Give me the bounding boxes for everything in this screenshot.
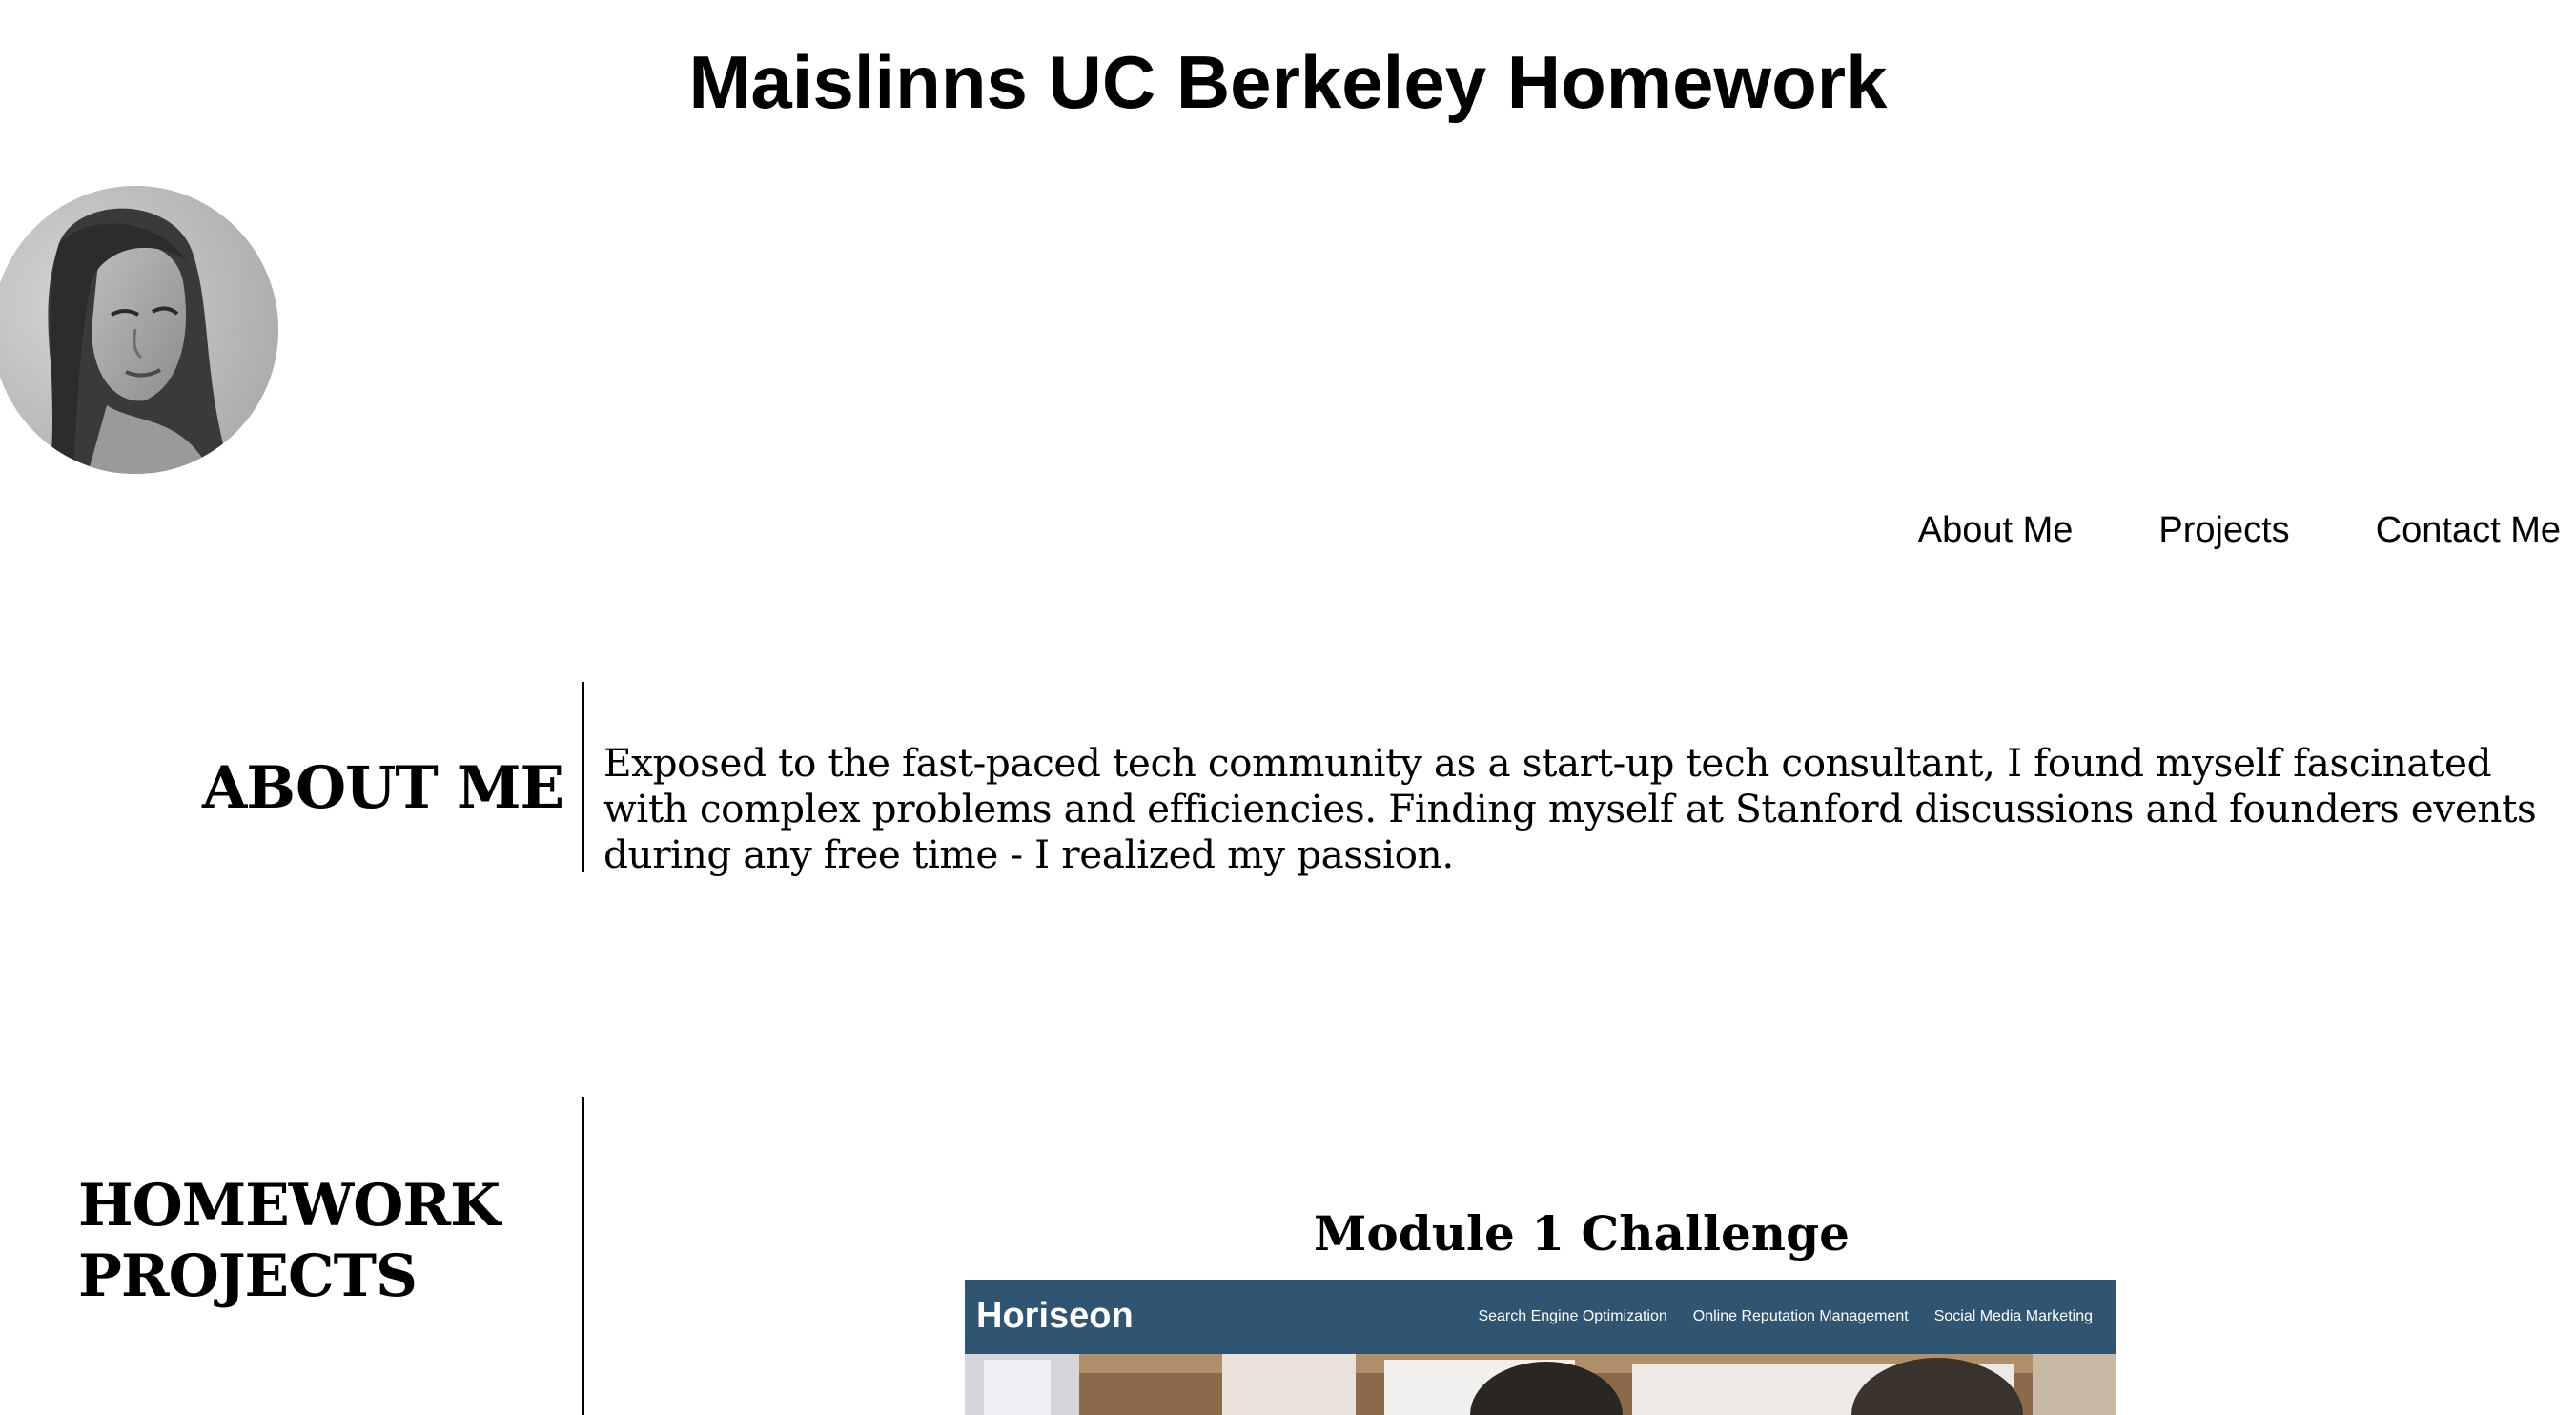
preview-header: Horiseon Search Engine Optimization Onli…: [965, 1280, 2116, 1354]
preview-hero-image: [965, 1354, 2116, 1415]
preview-nav-item: Search Engine Optimization: [1478, 1308, 1667, 1324]
project-title: Module 1 Challenge: [1314, 1205, 1850, 1261]
page-title: Maislinns UC Berkeley Homework: [688, 40, 1888, 124]
nav-link-contact-me[interactable]: Contact Me: [2376, 505, 2561, 555]
projects-heading: HOMEWORK PROJECTS: [78, 1172, 501, 1310]
main-nav: About Me Projects Contact Me: [1918, 505, 2561, 555]
project-preview-link[interactable]: Horiseon Search Engine Optimization Onli…: [965, 1280, 2116, 1415]
about-divider: [582, 682, 584, 872]
preview-nav-item: Online Reputation Management: [1692, 1308, 1909, 1324]
preview-nav: Search Engine Optimization Online Reputa…: [1478, 1302, 2093, 1331]
nav-link-about-me[interactable]: About Me: [1918, 505, 2074, 555]
about-text: Exposed to the fast-paced tech community…: [603, 740, 2537, 877]
avatar: [0, 186, 278, 474]
preview-nav-item: Social Media Marketing: [1933, 1308, 2093, 1324]
projects-divider: [582, 1097, 584, 1415]
nav-link-projects[interactable]: Projects: [2158, 505, 2289, 555]
about-heading: ABOUT ME: [202, 754, 564, 822]
preview-logo: Horiseon: [976, 1296, 1134, 1336]
